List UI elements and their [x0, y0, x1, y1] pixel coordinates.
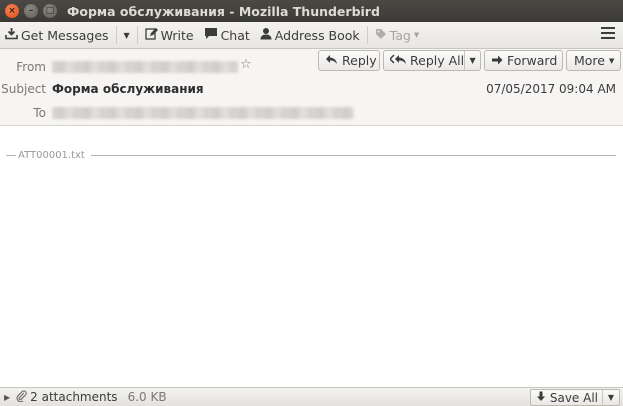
address-book-label: Address Book: [274, 27, 360, 43]
forward-arrow-icon: [491, 54, 503, 68]
toolbar-separator: [115, 26, 117, 44]
get-messages-dropdown[interactable]: ▼: [119, 24, 135, 46]
chat-button[interactable]: Chat: [199, 24, 255, 46]
message-date: 07/05/2017 09:04 AM: [486, 82, 616, 96]
get-messages-button[interactable]: Get Messages: [0, 24, 114, 46]
attachment-divider: ATT00001.txt: [6, 150, 616, 161]
person-icon: [260, 27, 272, 43]
forward-label: Forward: [507, 53, 558, 68]
message-header: From ☆ Reply Reply All ▼ Forward More ▼ …: [0, 49, 623, 126]
attachment-bar: ▶ 2 attachments 6.0 KB Save All ▼: [0, 387, 623, 406]
chevron-down-icon: ▼: [607, 393, 615, 402]
chevron-down-icon: ▼: [609, 56, 615, 65]
pencil-icon: [144, 27, 158, 43]
attachment-size: 6.0 KB: [127, 390, 167, 404]
from-label: From: [16, 60, 46, 74]
star-icon[interactable]: ☆: [240, 57, 252, 72]
forward-button[interactable]: Forward: [484, 50, 563, 71]
main-toolbar: Get Messages ▼ Write Chat Address Book T…: [0, 22, 623, 49]
subject-label: Subject: [1, 82, 46, 96]
write-button[interactable]: Write: [140, 24, 199, 46]
write-label: Write: [160, 27, 194, 43]
save-all-button[interactable]: Save All ▼: [529, 389, 620, 406]
more-button[interactable]: More ▼: [566, 50, 621, 71]
reply-all-arrow-icon: [388, 53, 407, 68]
chevron-down-icon: ▼: [413, 31, 420, 39]
download-arrow-icon: [536, 391, 546, 405]
attachment-count[interactable]: 2 attachments: [30, 390, 117, 404]
chevron-down-icon: ▼: [123, 30, 130, 40]
reply-arrow-icon: [325, 54, 338, 68]
window-title: Форма обслуживания - Mozilla Thunderbird: [67, 3, 380, 19]
message-body: ATT00001.txt: [0, 126, 623, 386]
paperclip-icon: [16, 389, 27, 405]
chat-label: Chat: [220, 27, 250, 43]
inline-attachment-name: ATT00001.txt: [18, 150, 85, 161]
expand-twisty-icon[interactable]: ▶: [4, 393, 10, 402]
tag-button[interactable]: Tag ▼: [370, 24, 425, 46]
to-label: To: [33, 106, 46, 120]
window-titlebar: × – □ Форма обслуживания - Mozilla Thund…: [0, 0, 623, 22]
download-tray-icon: [5, 27, 18, 43]
toolbar-separator: [366, 26, 368, 44]
reply-all-label: Reply All: [410, 53, 465, 68]
address-book-button[interactable]: Address Book: [255, 24, 365, 46]
speech-bubble-icon: [204, 27, 218, 43]
window-controls: × – □: [5, 4, 57, 18]
save-all-label: Save All: [549, 390, 598, 405]
hamburger-menu-icon[interactable]: [601, 27, 615, 41]
reply-all-dropdown[interactable]: ▼: [464, 51, 480, 70]
minimize-window-button[interactable]: –: [24, 4, 38, 18]
maximize-window-button[interactable]: □: [43, 4, 57, 18]
close-window-button[interactable]: ×: [5, 4, 19, 18]
tag-icon: [375, 28, 387, 43]
toolbar-separator: [136, 26, 138, 44]
to-address-redacted[interactable]: [52, 107, 354, 119]
more-label: More: [574, 53, 605, 68]
chevron-down-icon: ▼: [469, 56, 476, 65]
reply-all-button[interactable]: Reply All ▼: [383, 50, 481, 71]
get-messages-label: Get Messages: [21, 27, 109, 43]
divider-rule: [90, 155, 616, 156]
tag-label: Tag: [389, 27, 411, 43]
from-address-redacted[interactable]: [52, 61, 238, 73]
divider-rule: [6, 155, 16, 156]
reply-label: Reply: [342, 53, 377, 68]
subject-value: Форма обслуживания: [52, 82, 204, 96]
reply-button[interactable]: Reply: [318, 50, 380, 71]
save-all-dropdown[interactable]: ▼: [602, 390, 619, 405]
